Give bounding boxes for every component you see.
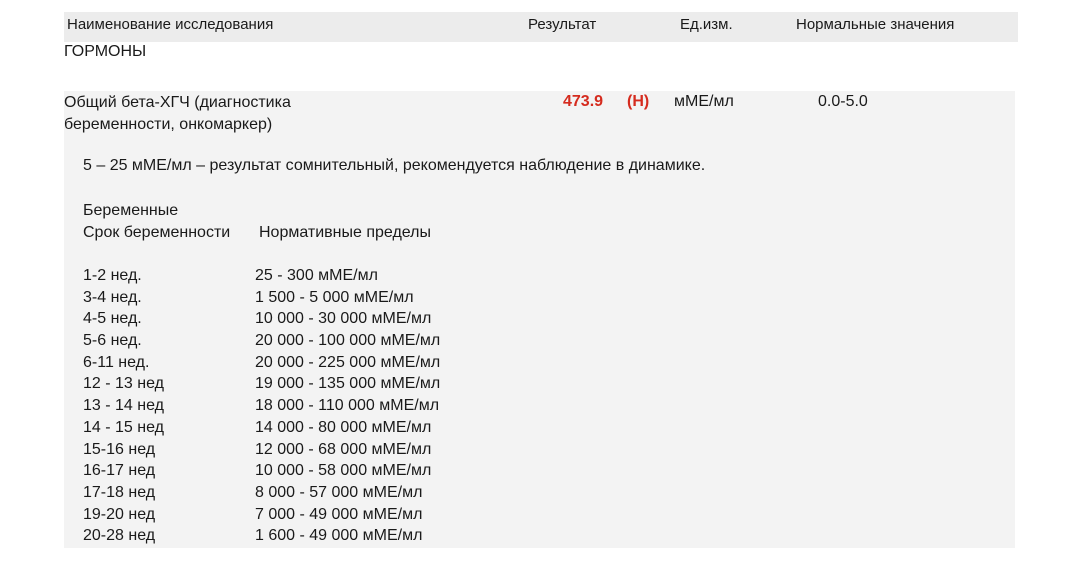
header-name: Наименование исследования [67,16,274,33]
limits-column-header: Нормативные пределы [259,224,431,241]
test-name-line2: беременности, онкомаркер) [64,116,273,133]
interpretation-note: 5 – 25 мМЕ/мл – результат сомнительный, … [83,157,706,174]
norm-range: 25 - 300 мМЕ/мл [255,267,378,284]
norm-term: 19-20 нед [83,505,156,523]
pregnant-title: Беременные [83,202,179,219]
norm-range: 1 600 - 49 000 мМЕ/мл [255,527,423,545]
norm-term: 1-2 нед. [83,267,142,284]
norm-term: 14 - 15 нед [83,418,164,436]
header-unit: Ед.изм. [680,16,733,33]
norm-range: 18 000 - 110 000 мМЕ/мл [255,397,440,415]
norm-range: 10 000 - 30 000 мМЕ/мл [255,310,432,328]
norm-range: 12 000 - 68 000 мМЕ/мл [255,440,432,458]
norm-range: 20 000 - 100 000 мМЕ/мл [255,332,441,350]
term-column-header: Срок беременности [83,224,231,241]
norm-range: 8 000 - 57 000 мМЕ/мл [255,483,423,501]
result-flag: (H) [627,93,650,110]
norm-term: 5-6 нед. [83,332,142,350]
result-value: 473.9 [563,93,604,110]
norm-range: 20 000 - 225 000 мМЕ/мл [255,353,441,371]
norm-term: 17-18 нед [83,483,156,501]
norm-range: 14 000 - 80 000 мМЕ/мл [255,418,432,436]
header-reference: Нормальные значения [796,16,955,33]
norm-range: 7 000 - 49 000 мМЕ/мл [255,505,423,523]
norm-term: 15-16 нед [83,440,156,458]
result-unit: мМЕ/мл [674,93,734,110]
norm-term: 13 - 14 нед [83,397,164,415]
test-name-line1: Общий бета-ХГЧ (диагностика [64,94,291,111]
norm-term: 4-5 нед. [83,310,142,328]
norm-term: 12 - 13 нед [83,375,164,393]
norm-range: 1 500 - 5 000 мМЕ/мл [255,288,414,306]
section-title: ГОРМОНЫ [64,43,147,60]
norm-range: 19 000 - 135 000 мМЕ/мл [255,375,441,393]
norm-term: 3-4 нед. [83,288,142,306]
reference-range: 0.0-5.0 [818,93,868,110]
header-result: Результат [528,16,597,33]
norm-term: 16-17 нед [83,462,156,480]
norm-range: 10 000 - 58 000 мМЕ/мл [255,462,432,480]
norm-term: 6-11 нед. [83,353,150,371]
test-name: Общий бета-ХГЧ (диагностика беременности… [64,92,364,136]
norm-term: 20-28 нед [83,527,156,545]
